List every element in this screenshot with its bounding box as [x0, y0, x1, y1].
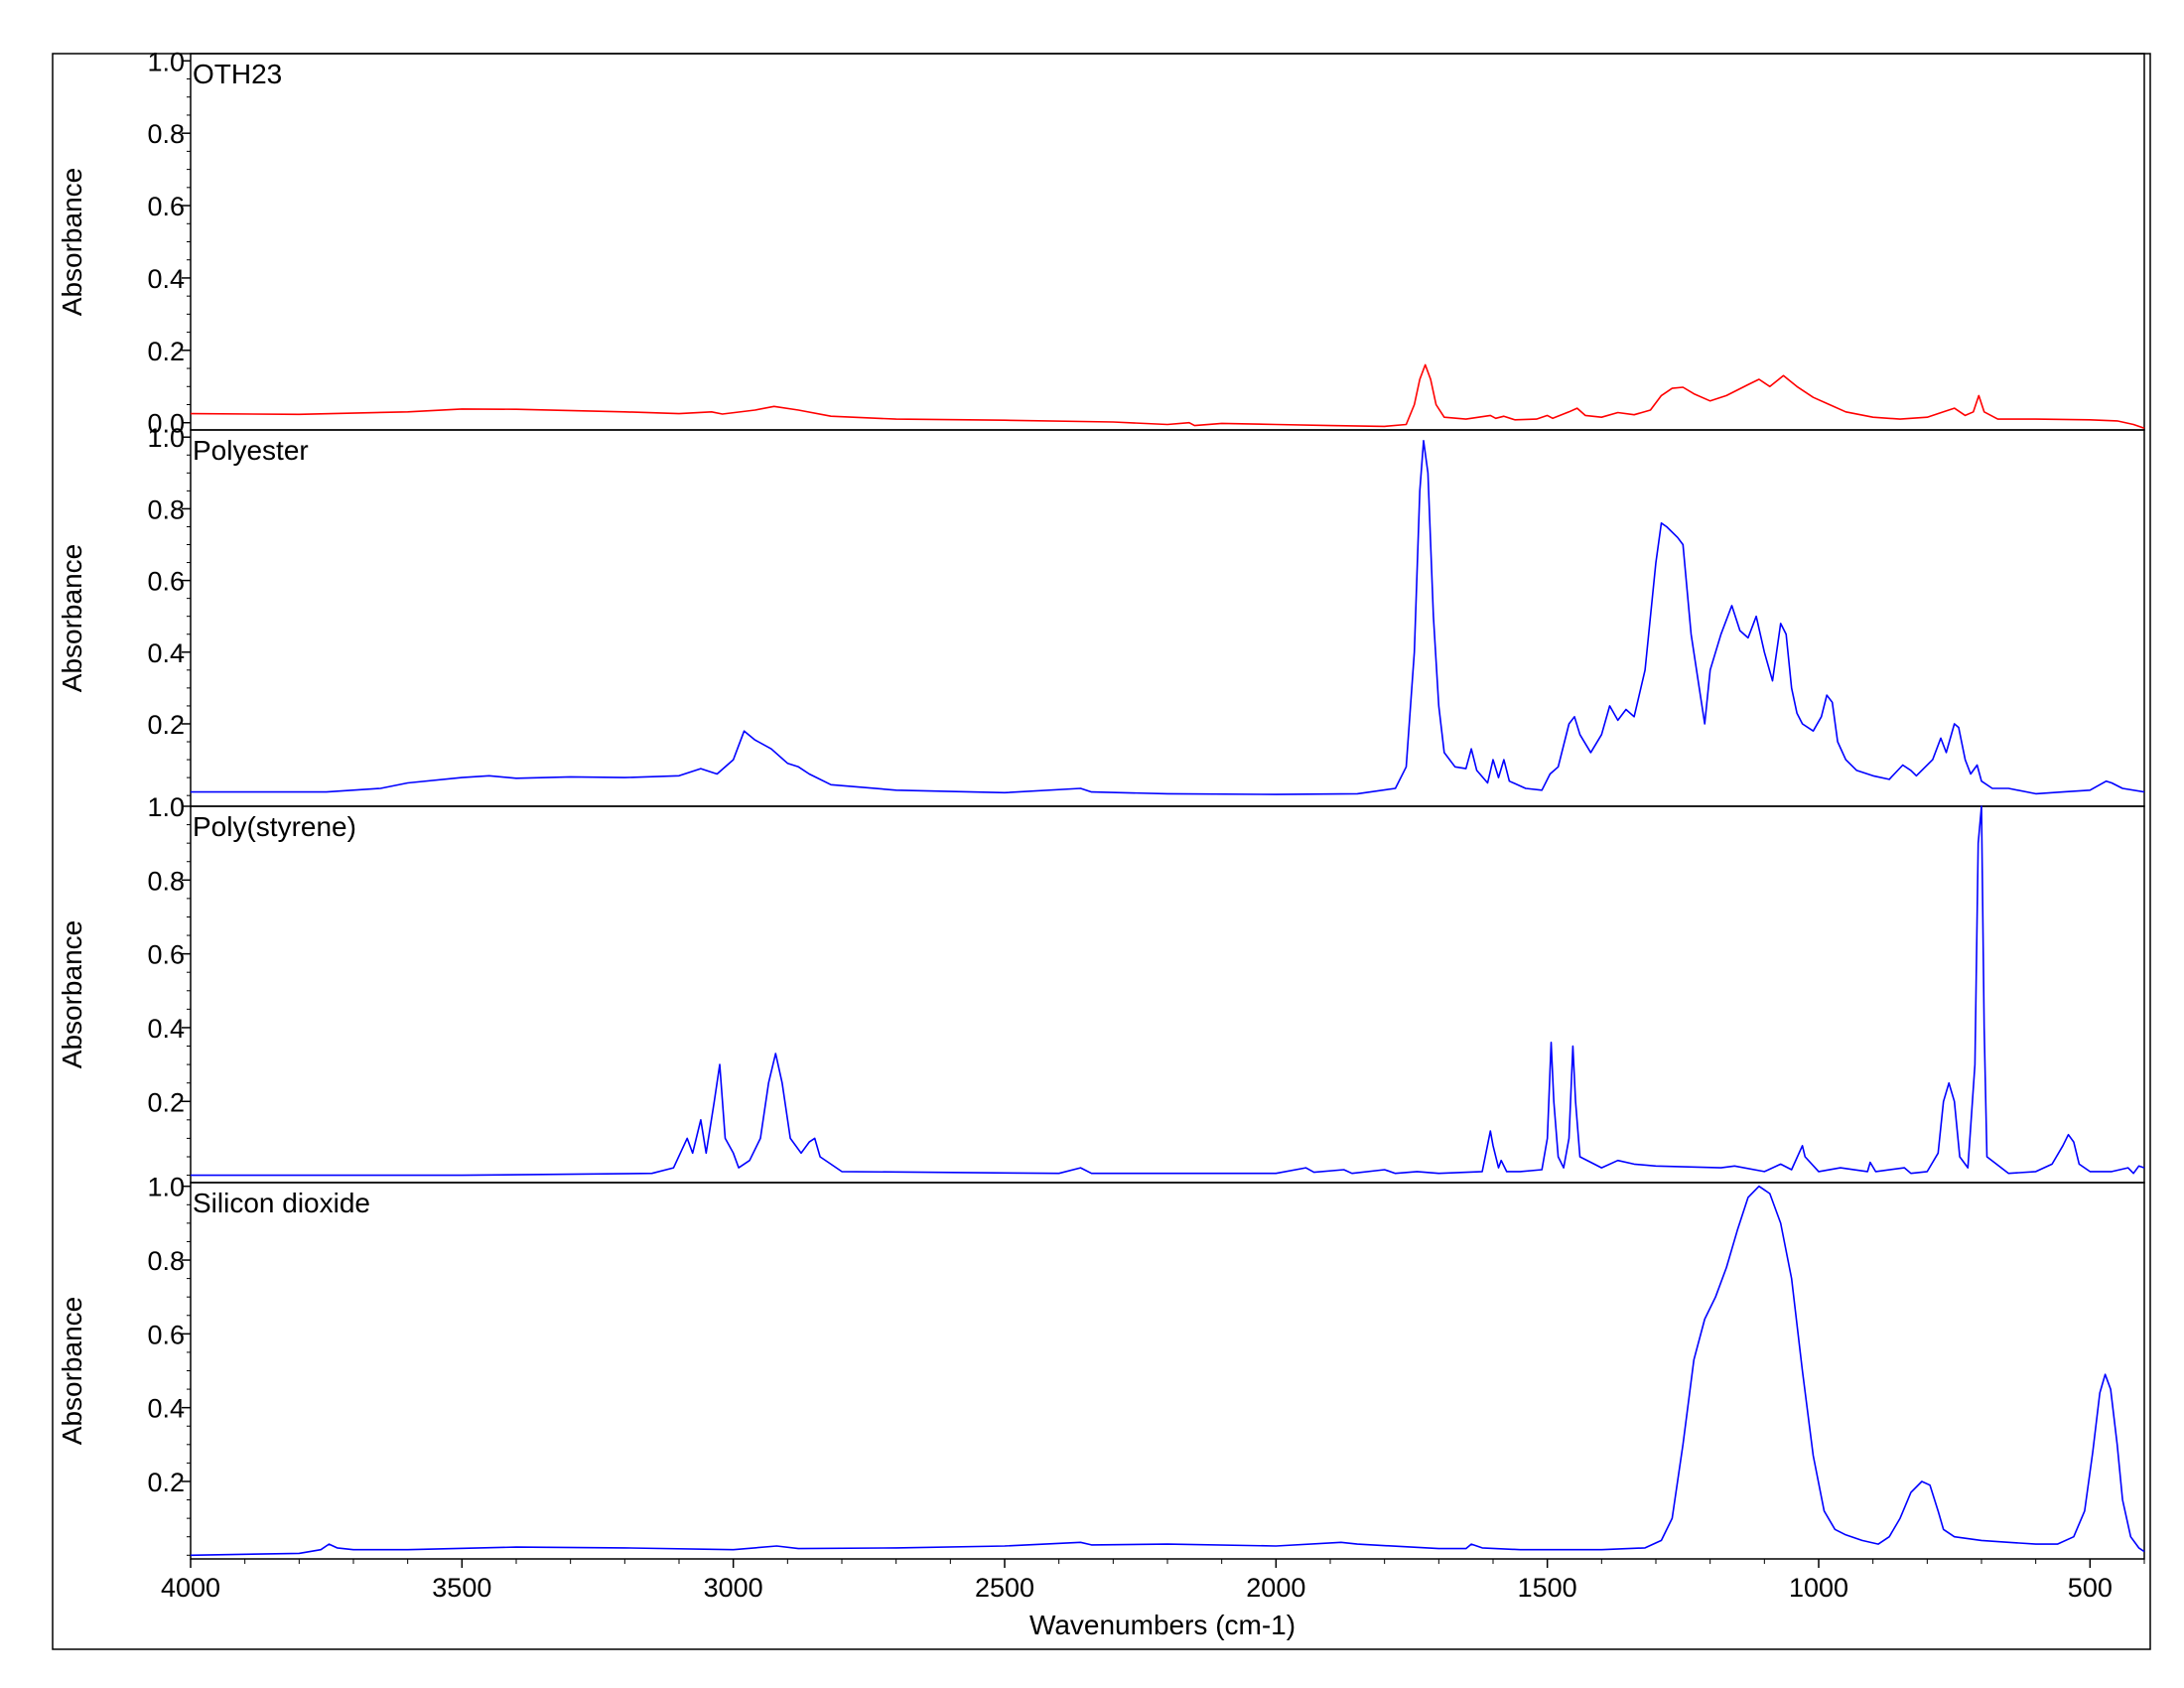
spectrum-panel: 0.2 0.4 0.6 0.8 1.0 Absorbance Polyester — [57, 423, 2145, 807]
y-axis-title: Absorbance — [57, 168, 87, 316]
x-axis: 4000 3500 3000 2500 2000 1500 1000 500 — [161, 1559, 2145, 1603]
spectrum-line — [191, 805, 2145, 1177]
x-tick-label: 1500 — [1518, 1573, 1577, 1603]
x-axis-title: Wavenumbers (cm-1) — [1029, 1610, 1296, 1640]
spectrum-line — [191, 440, 2145, 795]
plot-frame — [190, 1182, 2145, 1560]
y-tick-label: 0.8 — [147, 866, 185, 896]
y-tick-label: 0.8 — [147, 1246, 185, 1276]
y-tick-label: 0.4 — [147, 264, 185, 294]
y-axis-title: Absorbance — [57, 544, 87, 692]
spectrum-line — [190, 1185, 2145, 1557]
spectrum-panel: 0.00.20.40.60.81.0AbsorbanceOTH23 — [57, 47, 2145, 439]
y-tick-label: 0.6 — [147, 940, 185, 970]
x-tick-label: 1000 — [1789, 1573, 1848, 1603]
y-axis-title: Absorbance — [57, 920, 87, 1068]
panel-label: Poly(styrene) — [193, 811, 356, 842]
x-tick-label: 3500 — [432, 1573, 491, 1603]
y-tick-label: 0.2 — [147, 1087, 185, 1117]
figure-border — [52, 53, 2151, 1650]
y-tick-label: 0.4 — [147, 1014, 185, 1044]
y-tick-label: 1.0 — [147, 423, 185, 453]
plot-frame — [190, 805, 2145, 1184]
spectrum-panel: 0.2 0.4 0.6 0.8 1.0 Absorbance Silicon dioxide — [57, 1173, 2145, 1560]
spectrum-panel: 0.2 0.4 0.6 0.8 1.0 Absorbance Poly(styrene) — [57, 792, 2145, 1184]
x-tick-label: 2000 — [1246, 1573, 1305, 1603]
y-tick-label: 1.0 — [147, 1173, 185, 1202]
panel-label: OTH23 — [193, 59, 282, 89]
y-tick-label: 0.6 — [147, 1320, 185, 1349]
y-tick-label: 1.0 — [147, 47, 185, 76]
spectra-figure: 0.00.20.40.60.81.0AbsorbanceOTH230.20.40… — [52, 47, 2151, 1650]
panel-label: Silicon dioxide — [193, 1188, 370, 1218]
y-tick-label: 0.2 — [147, 337, 185, 366]
y-tick-label: 0.2 — [147, 1468, 185, 1497]
y-tick-label: 0.8 — [147, 119, 185, 149]
y-tick-label: 0.4 — [147, 638, 185, 668]
y-tick-label: 0.8 — [147, 494, 185, 524]
plot-frame — [190, 429, 2145, 807]
y-axis-title: Absorbance — [57, 1297, 87, 1445]
y-tick-label: 0.6 — [147, 567, 185, 597]
plot-frame — [190, 53, 2145, 431]
panels-group: 0.00.20.40.60.81.0AbsorbanceOTH230.20.40… — [57, 47, 2145, 1560]
panel-label: Polyester — [193, 435, 309, 466]
x-tick-label: 4000 — [161, 1573, 220, 1603]
x-tick-label: 3000 — [704, 1573, 763, 1603]
x-tick-label: 2500 — [975, 1573, 1034, 1603]
x-tick-label: 500 — [2068, 1573, 2113, 1603]
y-tick-label: 1.0 — [147, 792, 185, 822]
y-tick-label: 0.2 — [147, 710, 185, 740]
y-tick-label: 0.4 — [147, 1394, 185, 1424]
spectrum-line — [190, 363, 2145, 429]
y-tick-label: 0.6 — [147, 192, 185, 221]
